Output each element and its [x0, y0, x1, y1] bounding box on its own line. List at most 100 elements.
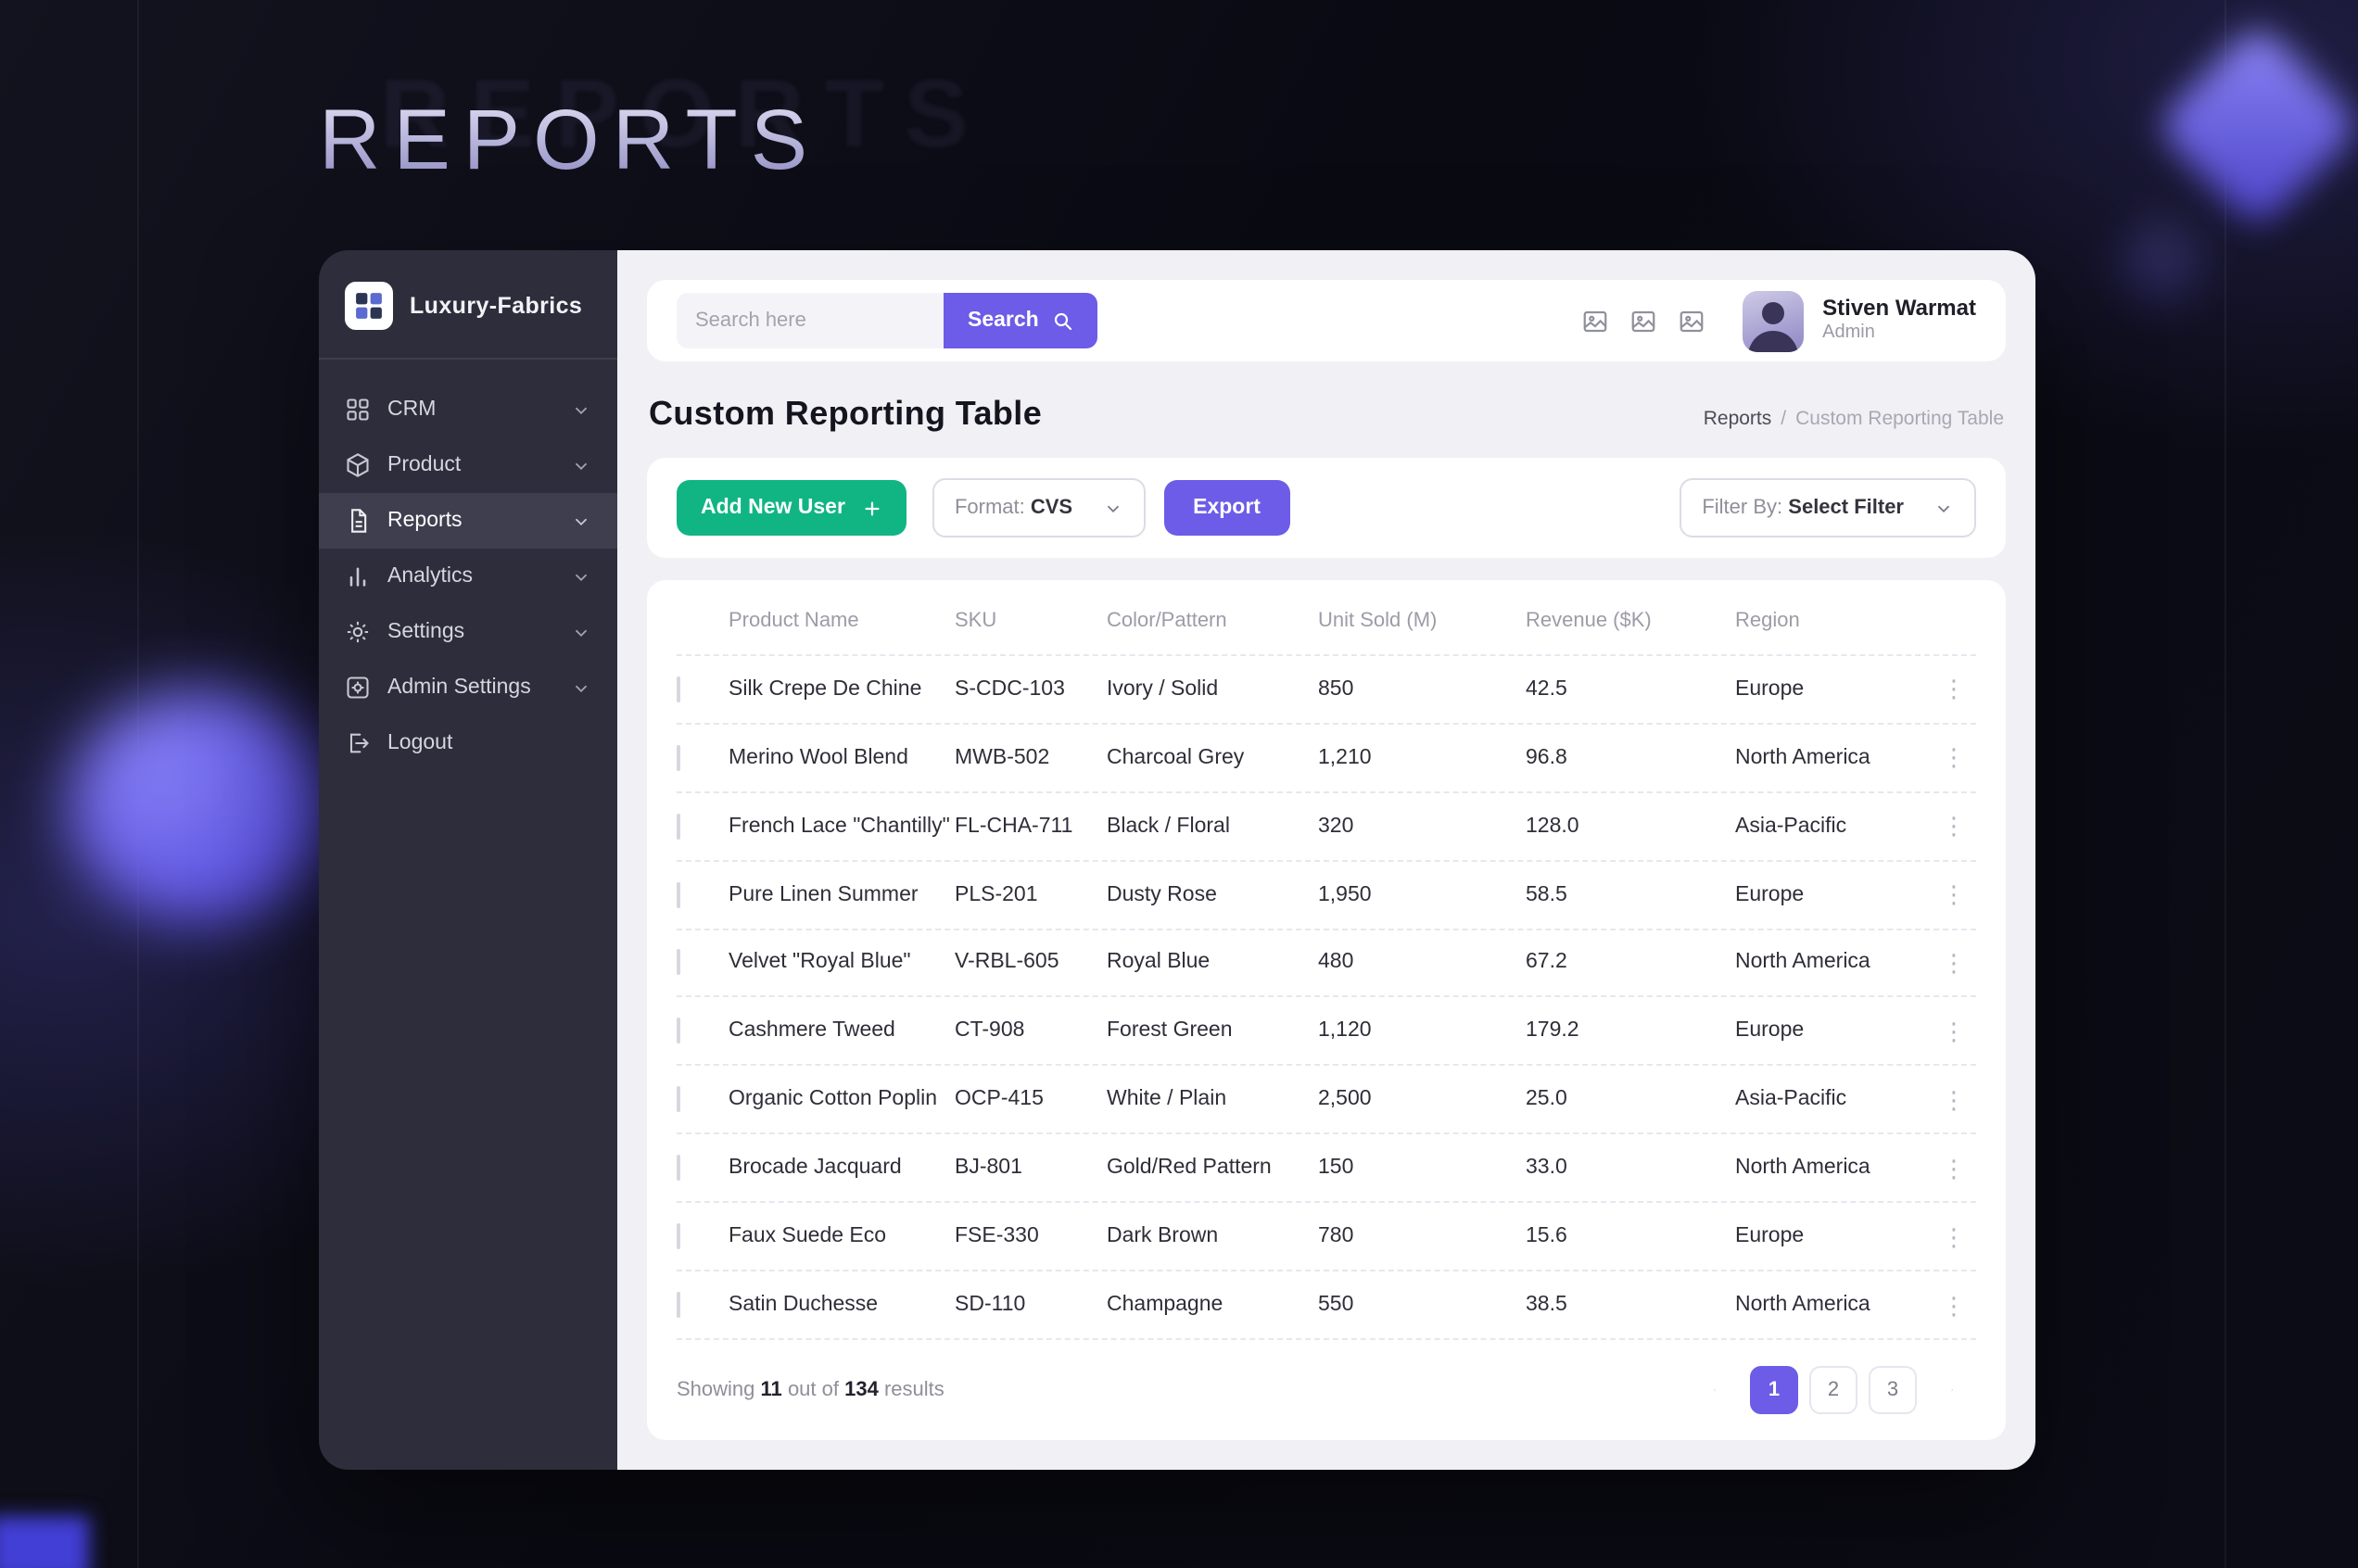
background-diamond — [2152, 20, 2358, 232]
cell-color-pattern: White / Plain — [1107, 1088, 1227, 1111]
kebab-menu-button[interactable]: ⋮ — [1935, 746, 1972, 770]
background-diamond — [2109, 210, 2214, 316]
image-icon[interactable] — [1581, 307, 1609, 335]
pagination-page-1[interactable]: 1 — [1750, 1366, 1798, 1414]
row-checkbox[interactable] — [677, 949, 680, 976]
sidebar-item-reports[interactable]: Reports — [319, 493, 617, 549]
search-icon — [1055, 312, 1072, 331]
breadcrumb-parent[interactable]: Reports — [1704, 408, 1772, 430]
topbar-icons — [1581, 307, 1705, 335]
row-checkbox[interactable] — [677, 1292, 680, 1319]
cell-unit-sold: 320 — [1318, 815, 1354, 838]
cell-unit-sold: 1,950 — [1318, 883, 1372, 906]
logout-icon — [349, 733, 369, 753]
export-button[interactable]: Export — [1163, 480, 1290, 536]
sidebar-item-product[interactable]: Product — [319, 437, 617, 493]
kebab-menu-button[interactable]: ⋮ — [1935, 1088, 1972, 1112]
search-button[interactable]: Search — [944, 293, 1098, 348]
sidebar-item-label: Settings — [387, 621, 465, 643]
cell-unit-sold: 480 — [1318, 951, 1354, 974]
sidebar-item-settings[interactable]: Settings — [319, 604, 617, 660]
pagination-next-button[interactable] — [1928, 1366, 1976, 1414]
add-new-user-button[interactable]: Add New User — [677, 480, 906, 536]
cell-color-pattern: Royal Blue — [1107, 951, 1211, 974]
topbar: Search Stiven Warmat Admin — [647, 280, 2006, 361]
image-icon[interactable] — [1629, 307, 1657, 335]
sidebar-item-label: Admin Settings — [387, 677, 531, 699]
sidebar-item-analytics[interactable]: Analytics — [319, 549, 617, 604]
pagination-prev-button[interactable] — [1691, 1366, 1739, 1414]
main-panel: Search Stiven Warmat Admin — [617, 250, 2035, 1470]
format-select-value: CVS — [1030, 497, 1073, 519]
column-header-product-name: Product Name — [729, 609, 859, 632]
row-checkbox[interactable] — [677, 676, 680, 702]
gear-icon — [347, 621, 369, 643]
image-icon[interactable] — [1678, 307, 1705, 335]
avatar[interactable] — [1743, 290, 1805, 351]
cell-region: Asia-Pacific — [1735, 815, 1847, 838]
row-checkbox[interactable] — [677, 744, 680, 771]
box-icon — [347, 453, 369, 477]
add-new-user-label: Add New User — [701, 497, 845, 519]
cell-region: North America — [1735, 1157, 1870, 1180]
search-button-label: Search — [968, 310, 1039, 332]
kebab-menu-button[interactable]: ⋮ — [1935, 814, 1972, 838]
background-blob — [67, 689, 330, 923]
row-checkbox[interactable] — [677, 881, 680, 908]
filter-select-prefix: Filter By: — [1702, 497, 1783, 519]
reporting-table-card: Product Name SKU Color/Pattern Unit Sold… — [647, 580, 2006, 1440]
cell-revenue: 38.5 — [1526, 1294, 1567, 1317]
format-select[interactable]: Format: CVS — [932, 478, 1146, 537]
title-row: Custom Reporting Table Reports / Custom … — [647, 395, 2006, 434]
brand-name: Luxury-Fabrics — [410, 293, 583, 319]
cell-color-pattern: Charcoal Grey — [1107, 746, 1245, 769]
row-checkbox[interactable] — [677, 1223, 680, 1250]
cell-revenue: 42.5 — [1526, 677, 1567, 701]
table-header-row: Product Name SKU Color/Pattern Unit Sold… — [677, 588, 1976, 656]
avatar-silhouette — [1748, 301, 1799, 351]
sidebar-item-crm[interactable]: CRM — [319, 382, 617, 437]
chevron-down-icon — [575, 573, 588, 581]
page-title: Custom Reporting Table — [649, 395, 1043, 432]
sidebar-nav: CRM Product Reports Analytics Settings A… — [319, 360, 617, 793]
cell-region: North America — [1735, 746, 1870, 769]
search-group: Search — [677, 293, 1098, 348]
kebab-menu-button[interactable]: ⋮ — [1935, 1019, 1972, 1043]
search-input[interactable] — [677, 293, 944, 348]
row-checkbox[interactable] — [677, 1018, 680, 1044]
sidebar: Luxury-Fabrics CRM Product Reports Analy… — [319, 250, 617, 1470]
cell-revenue: 58.5 — [1526, 883, 1567, 906]
cell-color-pattern: Forest Green — [1107, 1019, 1233, 1043]
table-row: Cashmere Tweed CT-908 Forest Green 1,120… — [677, 998, 1976, 1067]
pagination-page-3[interactable]: 3 — [1869, 1366, 1917, 1414]
table-footer: Showing 11 out of 134 results 1 2 3 — [677, 1340, 1976, 1414]
pagination-page-2[interactable]: 2 — [1809, 1366, 1857, 1414]
cell-sku: V-RBL-605 — [955, 951, 1059, 974]
row-checkbox[interactable] — [677, 813, 680, 840]
screen: REPORTS REPORTS Luxury-Fabrics CRM Pr — [0, 0, 2358, 1568]
sidebar-item-label: Product — [387, 454, 462, 476]
sidebar-item-admin-settings[interactable]: Admin Settings — [319, 660, 617, 715]
table-row: Faux Suede Eco FSE-330 Dark Brown 780 15… — [677, 1203, 1976, 1272]
table-row: Brocade Jacquard BJ-801 Gold/Red Pattern… — [677, 1135, 1976, 1204]
cell-sku: FSE-330 — [955, 1225, 1039, 1248]
kebab-menu-button[interactable]: ⋮ — [1935, 882, 1972, 906]
cell-sku: FL-CHA-711 — [955, 815, 1073, 838]
kebab-menu-button[interactable]: ⋮ — [1935, 1293, 1972, 1317]
cell-region: North America — [1735, 951, 1870, 974]
cell-unit-sold: 150 — [1318, 1157, 1354, 1180]
row-checkbox[interactable] — [677, 1086, 680, 1113]
sidebar-item-logout[interactable]: Logout — [319, 715, 617, 771]
brand-logo-icon — [345, 282, 393, 330]
cell-color-pattern: Dark Brown — [1107, 1225, 1219, 1248]
cell-unit-sold: 550 — [1318, 1294, 1354, 1317]
kebab-menu-button[interactable]: ⋮ — [1935, 951, 1972, 975]
row-checkbox[interactable] — [677, 1155, 680, 1182]
kebab-menu-button[interactable]: ⋮ — [1935, 1156, 1972, 1180]
cell-unit-sold: 2,500 — [1318, 1088, 1372, 1111]
kebab-menu-button[interactable]: ⋮ — [1935, 677, 1972, 702]
cell-color-pattern: Black / Floral — [1107, 815, 1230, 838]
column-header-region: Region — [1735, 609, 1800, 632]
filter-select[interactable]: Filter By: Select Filter — [1680, 478, 1976, 537]
kebab-menu-button[interactable]: ⋮ — [1935, 1224, 1972, 1248]
